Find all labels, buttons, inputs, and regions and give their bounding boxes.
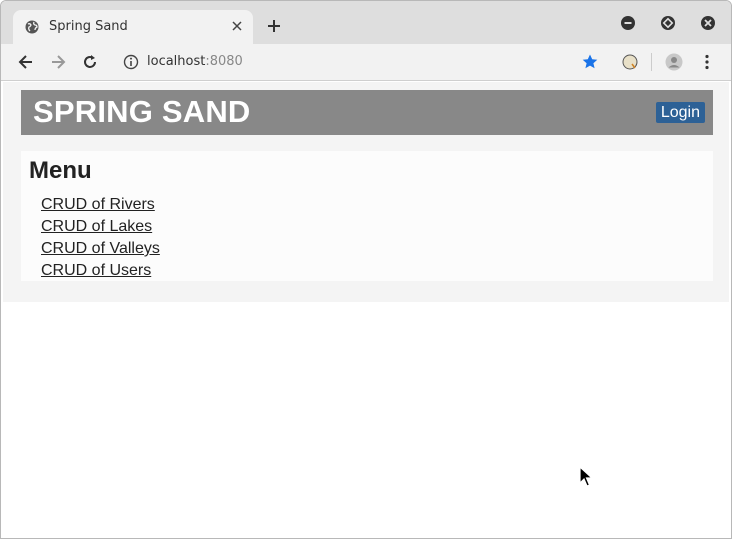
minimize-icon[interactable] bbox=[620, 15, 636, 31]
url-host: localhost bbox=[147, 54, 206, 69]
menu-panel: Menu CRUD of Rivers CRUD of Lakes CRUD o… bbox=[21, 151, 713, 281]
content-area: SPRING SAND Login Menu CRUD of Rivers CR… bbox=[3, 82, 729, 302]
globe-icon bbox=[25, 20, 39, 34]
brand-title: SPRING SAND bbox=[33, 94, 251, 129]
browser-window: Spring Sand localhost:8080 SPRING SAND L… bbox=[0, 0, 732, 539]
menu-list: CRUD of Rivers CRUD of Lakes CRUD of Val… bbox=[41, 194, 160, 282]
menu-item: CRUD of Rivers bbox=[41, 194, 160, 216]
menu-item: CRUD of Valleys bbox=[41, 238, 160, 260]
more-menu-icon[interactable] bbox=[698, 53, 716, 71]
url-port: :8080 bbox=[205, 54, 243, 69]
close-window-icon[interactable] bbox=[700, 15, 716, 31]
back-arrow-icon[interactable] bbox=[17, 53, 35, 71]
url-text: localhost:8080 bbox=[147, 54, 243, 69]
forward-arrow-icon[interactable] bbox=[49, 53, 67, 71]
link-crud-valleys[interactable]: CRUD of Valleys bbox=[41, 240, 160, 257]
mouse-cursor-icon bbox=[579, 466, 593, 487]
new-tab-plus-icon[interactable] bbox=[265, 17, 283, 35]
tab-title: Spring Sand bbox=[49, 19, 128, 34]
browser-toolbar: localhost:8080 bbox=[1, 44, 731, 81]
toolbar-divider bbox=[651, 53, 652, 71]
menu-item: CRUD of Lakes bbox=[41, 216, 160, 238]
login-button[interactable]: Login bbox=[655, 102, 705, 123]
tab-strip: Spring Sand bbox=[1, 1, 731, 44]
browser-tab[interactable]: Spring Sand bbox=[13, 10, 253, 44]
profile-avatar-icon[interactable] bbox=[665, 53, 683, 71]
header-banner: SPRING SAND Login bbox=[21, 90, 713, 135]
restore-icon[interactable] bbox=[660, 15, 676, 31]
bookmark-star-icon[interactable] bbox=[581, 53, 599, 71]
link-crud-lakes[interactable]: CRUD of Lakes bbox=[41, 218, 152, 235]
menu-heading: Menu bbox=[29, 157, 92, 184]
link-crud-rivers[interactable]: CRUD of Rivers bbox=[41, 196, 155, 213]
extension-icon[interactable] bbox=[621, 53, 639, 71]
address-bar[interactable]: localhost:8080 bbox=[111, 48, 611, 77]
link-crud-users[interactable]: CRUD of Users bbox=[41, 262, 151, 279]
reload-icon[interactable] bbox=[81, 53, 99, 71]
tab-close-icon[interactable] bbox=[229, 18, 245, 34]
page-viewport: SPRING SAND Login Menu CRUD of Rivers CR… bbox=[3, 82, 729, 538]
info-icon[interactable] bbox=[123, 54, 139, 70]
menu-item: CRUD of Users bbox=[41, 260, 160, 282]
